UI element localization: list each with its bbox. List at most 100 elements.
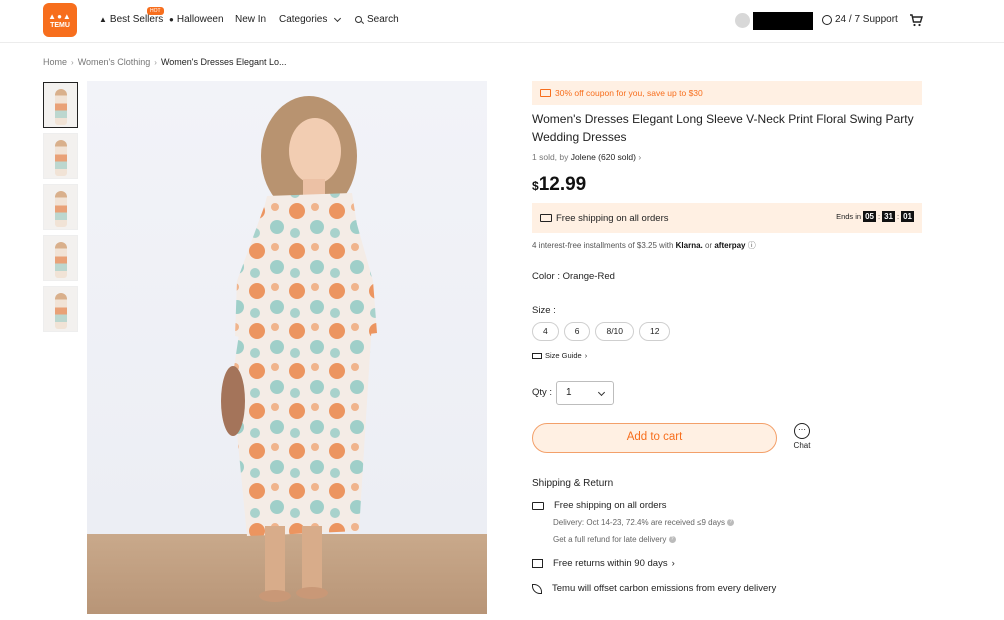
top-header: ▲●▲ TEMU ▲ Best Sellers HOT ● Halloween … <box>0 0 1004 43</box>
thumbs-up-icon: ▲ <box>99 15 107 24</box>
color-selection: Color : Orange-Red <box>532 271 615 282</box>
user-avatar[interactable] <box>735 13 750 28</box>
chat-label: Chat <box>793 441 811 450</box>
chat-icon: ⋯ <box>794 423 810 439</box>
truck-icon <box>540 214 552 222</box>
free-shipping-row: Free shipping on all orders <box>532 500 666 511</box>
timer-hours: 05 <box>863 211 876 222</box>
logo-mark: ▲●▲ <box>48 12 72 21</box>
support-label: 24 / 7 Support <box>835 14 898 25</box>
coupon-icon <box>540 89 551 97</box>
delivery-text: Delivery: Oct 14-23, 72.4% are received … <box>553 518 726 527</box>
thumbnail-figure <box>55 89 67 125</box>
timer-minutes: 31 <box>882 211 895 222</box>
ends-in-label: Ends in <box>836 212 862 221</box>
countdown-timer: Ends in 05: 31: 01 <box>836 211 914 222</box>
size-option[interactable]: 8/10 <box>595 322 635 341</box>
thumbnail-figure <box>55 293 67 329</box>
chevron-right-icon: › <box>671 558 675 569</box>
delivery-info: Delivery: Oct 14-23, 72.4% are received … <box>553 518 735 527</box>
thumbnail-image[interactable] <box>43 184 78 230</box>
nav-search[interactable]: Search <box>355 14 399 25</box>
size-option[interactable]: 4 <box>532 322 559 341</box>
coupon-banner[interactable]: 30% off coupon for you, save up to $30 <box>532 81 922 105</box>
help-icon[interactable]: ? <box>727 519 735 527</box>
size-option[interactable]: 12 <box>639 322 671 341</box>
afterpay-logo: afterpay <box>714 241 746 250</box>
shipping-return-title: Shipping & Return <box>532 478 614 489</box>
quantity-select[interactable]: 1 <box>556 381 614 405</box>
chevron-right-icon: › <box>638 152 642 162</box>
carbon-offset-label: Temu will offset carbon emissions from e… <box>552 583 777 594</box>
klarna-logo: Klarna. <box>675 241 703 250</box>
nav-halloween-label: Halloween <box>176 14 224 25</box>
product-price: $12.99 <box>532 174 586 196</box>
add-to-cart-button[interactable]: Add to cart <box>532 423 777 453</box>
sold-by: 1 sold, by Jolene (620 sold) › <box>532 152 641 162</box>
coupon-text: 30% off coupon for you, save up to $30 <box>555 88 703 98</box>
temu-logo[interactable]: ▲●▲ TEMU <box>43 3 77 37</box>
thumbnail-image[interactable] <box>43 133 78 179</box>
support-link[interactable]: 24 / 7 Support <box>822 14 898 25</box>
redacted-username[interactable] <box>753 12 813 30</box>
thumbnail-image[interactable] <box>43 82 78 128</box>
free-shipping-label: Free shipping on all orders <box>554 500 667 511</box>
cart-icon[interactable] <box>909 13 923 27</box>
store-link[interactable]: Jolene (620 sold) <box>571 152 636 162</box>
nav-categories[interactable]: Categories <box>279 14 342 25</box>
chevron-right-icon: › <box>584 351 588 360</box>
breadcrumb-current: Women's Dresses Elegant Lo... <box>160 57 287 67</box>
nav-best-sellers[interactable]: ▲ Best Sellers <box>99 14 163 25</box>
free-shipping-bar: Free shipping on all orders Ends in 05: … <box>532 203 922 233</box>
nav-search-label: Search <box>367 14 399 25</box>
breadcrumb-separator-icon: › <box>71 57 74 67</box>
price-currency: $ <box>532 179 539 193</box>
thumbnail-list <box>43 82 78 337</box>
main-product-image[interactable] <box>87 81 487 614</box>
size-guide-label: Size Guide <box>545 351 582 360</box>
info-icon[interactable]: ⓘ <box>748 241 756 250</box>
color-value: Orange-Red <box>562 271 615 282</box>
chevron-down-icon <box>597 388 606 397</box>
truck-icon <box>532 501 544 510</box>
thumbnail-figure <box>55 242 67 278</box>
support-icon <box>822 14 832 25</box>
size-guide-link[interactable]: Size Guide › <box>532 351 587 360</box>
color-label: Color : <box>532 271 560 282</box>
thumbnail-image[interactable] <box>43 286 78 332</box>
thumbnail-figure <box>55 191 67 227</box>
help-icon[interactable]: ? <box>668 536 676 544</box>
chevron-down-icon <box>334 14 342 22</box>
breadcrumb-separator-icon: › <box>154 57 157 67</box>
breadcrumb-home[interactable]: Home <box>43 57 67 67</box>
installments-info[interactable]: 4 interest-free installments of $3.25 wi… <box>532 240 756 251</box>
installments-or: or <box>705 241 713 250</box>
timer-seconds: 01 <box>901 211 914 222</box>
logo-text: TEMU <box>50 22 70 29</box>
installments-text: 4 interest-free installments of $3.25 wi… <box>532 241 674 250</box>
leaf-icon <box>532 583 542 594</box>
size-option[interactable]: 6 <box>563 322 591 341</box>
free-shipping-text: Free shipping on all orders <box>556 212 669 224</box>
breadcrumb: Home › Women's Clothing › Women's Dresse… <box>43 57 287 67</box>
return-box-icon <box>532 559 543 568</box>
free-returns-label: Free returns within 90 days <box>553 558 668 569</box>
size-label: Size : <box>532 305 556 316</box>
product-title: Women's Dresses Elegant Long Sleeve V-Ne… <box>532 112 914 144</box>
pumpkin-icon: ● <box>169 15 174 24</box>
carbon-offset-row: Temu will offset carbon emissions from e… <box>532 583 776 594</box>
thumbnail-image[interactable] <box>43 235 78 281</box>
sold-count: 1 sold, by <box>532 152 569 162</box>
price-value: 12.99 <box>538 174 587 195</box>
size-options: 4 6 8/10 12 <box>532 322 671 341</box>
thumbnail-figure <box>55 140 67 176</box>
chat-button[interactable]: ⋯ Chat <box>792 423 812 450</box>
refund-text: Get a full refund for late delivery <box>553 535 667 544</box>
hot-badge: HOT <box>147 7 164 15</box>
nav-new-in[interactable]: New In <box>235 14 266 25</box>
nav-halloween[interactable]: ● Halloween <box>169 14 224 25</box>
breadcrumb-category[interactable]: Women's Clothing <box>78 57 151 67</box>
search-icon <box>355 16 362 23</box>
free-returns-row[interactable]: Free returns within 90 days › <box>532 558 675 569</box>
refund-info: Get a full refund for late delivery ? <box>553 535 676 544</box>
